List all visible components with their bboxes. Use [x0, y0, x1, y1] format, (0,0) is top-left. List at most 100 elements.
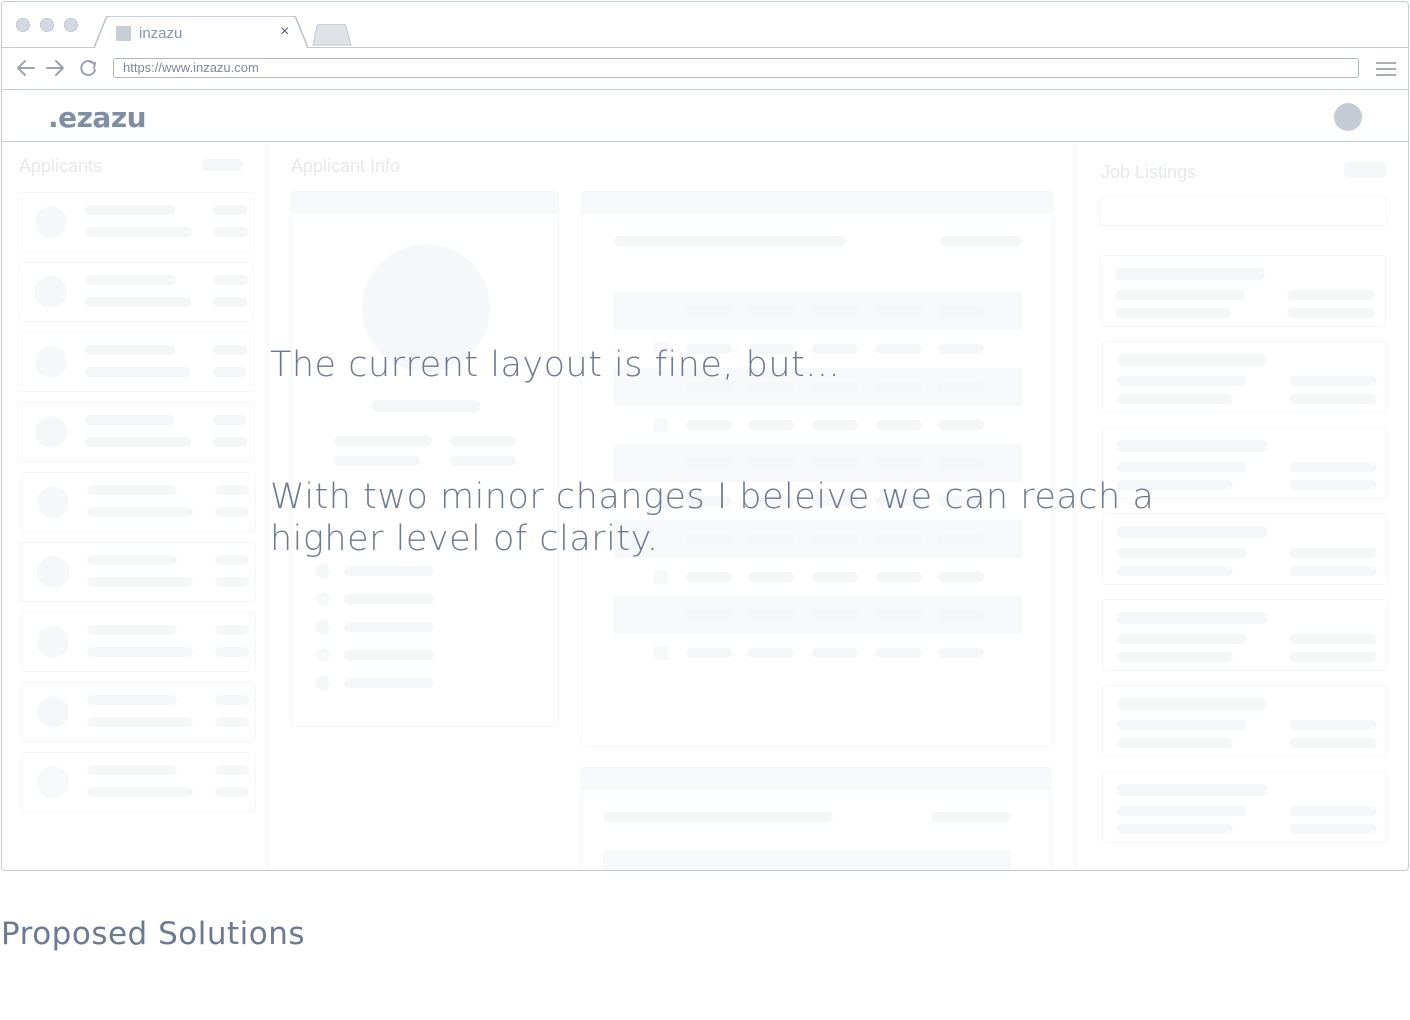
- job-card[interactable]: [1102, 599, 1388, 671]
- address-bar-row: https://www.inzazu.com: [2, 48, 1408, 90]
- profile-detail-bar: [450, 436, 516, 446]
- notes-input-placeholder[interactable]: [603, 850, 1011, 870]
- job-title-bar: [1117, 440, 1267, 452]
- applicant-avatar: [35, 416, 67, 448]
- applicant-avatar: [37, 556, 69, 588]
- table-cell-bar: [812, 534, 858, 544]
- url-field[interactable]: https://www.inzazu.com: [113, 58, 1359, 78]
- table-cell-bar: [686, 458, 732, 468]
- job-card[interactable]: [1102, 341, 1388, 413]
- applicant-card[interactable]: [18, 332, 254, 392]
- profile-detail-bar: [334, 456, 420, 466]
- job-card[interactable]: [1102, 513, 1388, 585]
- job-card[interactable]: [1102, 685, 1388, 757]
- table-cell-bar: [876, 344, 922, 354]
- job-meta-bar: [1287, 290, 1375, 300]
- applicant-card[interactable]: [20, 682, 256, 742]
- applicant-meta-bar: [213, 297, 247, 307]
- profile-list-bar: [344, 678, 434, 688]
- applicant-name-bar: [87, 695, 177, 705]
- applicant-sub-bar: [85, 227, 191, 237]
- applicant-sub-bar: [87, 577, 193, 587]
- profile-list-bullet: [316, 592, 330, 606]
- profile-detail-bar: [450, 456, 516, 466]
- table-checkbox[interactable]: [654, 418, 668, 432]
- overlay-line-1: The current layout is fine, but...: [270, 345, 841, 385]
- profile-detail-bar: [334, 436, 432, 446]
- applicant-meta-bar: [215, 625, 249, 635]
- window-close-dot[interactable]: [16, 18, 30, 32]
- column-divider: [267, 143, 268, 870]
- job-meta-bar: [1289, 806, 1377, 816]
- notes-card: [580, 767, 1052, 870]
- applicant-meta-bar: [213, 227, 247, 237]
- profile-list-bar: [344, 650, 434, 660]
- notes-card-header: [581, 768, 1051, 790]
- overlay-line-2b: higher level of clarity.: [270, 519, 659, 559]
- app-header: .ezazu: [2, 90, 1408, 142]
- table-cell-bar: [876, 420, 922, 430]
- table-cell-bar: [812, 648, 858, 658]
- app-logo[interactable]: .ezazu: [48, 101, 147, 134]
- job-title-bar: [1117, 354, 1267, 366]
- job-meta-bar: [1289, 652, 1377, 662]
- applicants-action-pill[interactable]: [201, 159, 243, 171]
- table-checkbox[interactable]: [654, 646, 668, 660]
- profile-card-header: [292, 192, 558, 214]
- job-meta-bar: [1287, 308, 1375, 318]
- job-sub-bar: [1115, 308, 1231, 318]
- job-title-bar: [1117, 526, 1267, 538]
- table-cell-bar: [748, 610, 794, 620]
- table-cell-bar: [876, 648, 922, 658]
- applicant-card[interactable]: [20, 472, 256, 532]
- back-arrow-icon[interactable]: [16, 59, 36, 77]
- job-search-input[interactable]: [1099, 196, 1387, 226]
- table-cell-bar: [876, 610, 922, 620]
- details-card: [581, 191, 1053, 747]
- applicant-meta-bar: [215, 555, 249, 565]
- job-meta-bar: [1289, 720, 1377, 730]
- job-listings-action-pill[interactable]: [1344, 162, 1386, 178]
- table-checkbox[interactable]: [654, 456, 668, 470]
- avatar-icon[interactable]: [1334, 103, 1362, 131]
- hamburger-menu-icon[interactable]: [1376, 61, 1396, 77]
- applicant-avatar: [37, 696, 69, 728]
- applicant-meta-bar: [213, 275, 247, 285]
- table-cell-bar: [812, 610, 858, 620]
- window-minimize-dot[interactable]: [40, 18, 54, 32]
- table-cell-bar: [938, 306, 984, 316]
- close-icon[interactable]: ×: [280, 24, 289, 40]
- applicant-card[interactable]: [20, 612, 256, 672]
- reload-icon[interactable]: [79, 59, 99, 77]
- applicant-card[interactable]: [20, 752, 256, 812]
- job-meta-bar: [1289, 738, 1377, 748]
- table-cell-bar: [876, 534, 922, 544]
- table-cell-bar: [938, 420, 984, 430]
- job-card[interactable]: [1100, 255, 1386, 327]
- applicant-sub-bar: [85, 367, 191, 377]
- job-sub-bar: [1117, 548, 1247, 558]
- applicant-card[interactable]: [20, 542, 256, 602]
- table-checkbox[interactable]: [654, 608, 668, 622]
- applicant-card[interactable]: [18, 262, 254, 322]
- new-tab-button[interactable]: [312, 24, 352, 46]
- job-card[interactable]: [1102, 771, 1388, 843]
- applicant-card[interactable]: [18, 192, 254, 252]
- applicant-meta-bar: [215, 485, 249, 495]
- profile-list-bullet: [316, 676, 330, 690]
- job-sub-bar: [1115, 290, 1245, 300]
- tab-title: inzazu: [139, 25, 183, 42]
- applicant-avatar: [35, 206, 67, 238]
- applicant-card[interactable]: [18, 402, 254, 462]
- job-sub-bar: [1117, 376, 1247, 386]
- job-sub-bar: [1117, 394, 1233, 404]
- table-checkbox[interactable]: [654, 570, 668, 584]
- job-sub-bar: [1117, 824, 1233, 834]
- table-checkbox[interactable]: [654, 304, 668, 318]
- job-sub-bar: [1117, 806, 1247, 816]
- window-maximize-dot[interactable]: [64, 18, 78, 32]
- table-cell-bar: [812, 420, 858, 430]
- applicant-name-bar: [87, 485, 177, 495]
- active-tab[interactable]: inzazu ×: [94, 16, 308, 48]
- forward-arrow-icon[interactable]: [45, 59, 65, 77]
